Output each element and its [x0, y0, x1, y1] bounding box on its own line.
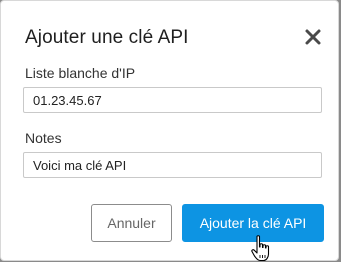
- ip-whitelist-input[interactable]: [23, 87, 322, 113]
- notes-input[interactable]: [23, 152, 322, 178]
- cancel-button[interactable]: Annuler: [91, 204, 172, 242]
- close-icon[interactable]: [303, 27, 323, 47]
- add-api-key-dialog: Ajouter une clé API Liste blanche d'IP N…: [0, 0, 339, 261]
- hand-pointer-cursor-icon: [251, 235, 270, 262]
- notes-label: Notes: [25, 130, 62, 146]
- ip-whitelist-label: Liste blanche d'IP: [25, 65, 136, 81]
- dialog-title: Ajouter une clé API: [25, 27, 189, 48]
